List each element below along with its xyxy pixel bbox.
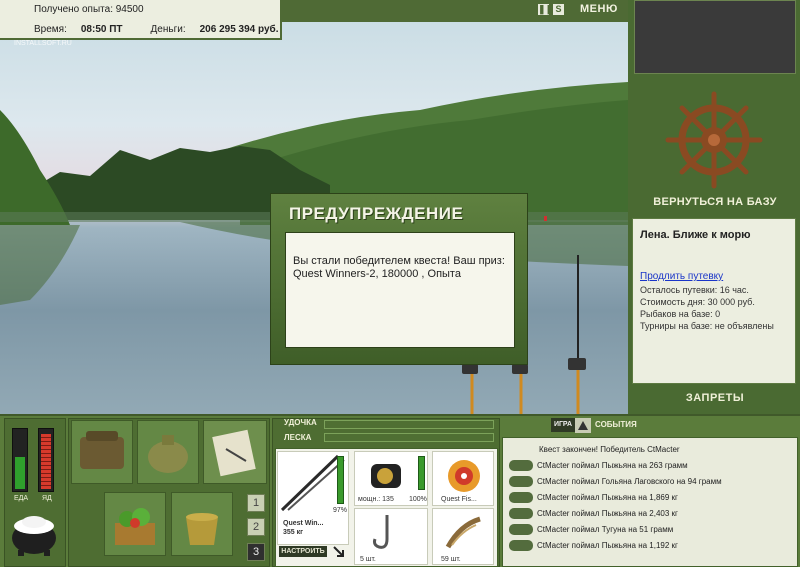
tackle-labels: УДОЧКА ЛЕСКА: [284, 418, 317, 442]
top-icons: ❚❚ S: [538, 4, 568, 22]
line-tension-bar: [324, 433, 494, 442]
info-line: Турниры на базе: не объявлены: [640, 321, 774, 331]
cauldron-icon[interactable]: [8, 506, 60, 558]
line-strength-label: ЛЕСКА: [284, 433, 312, 442]
time-money-row: Время: 08:50 ПТ Деньги: 206 295 394 руб.: [34, 24, 279, 35]
fish-icon: [509, 460, 533, 472]
menu-button[interactable]: МЕНЮ: [580, 3, 618, 15]
time-value: 08:50 ПТ: [80, 24, 123, 35]
xp-text: Получено опыта: 94500: [34, 4, 144, 15]
bait-count: 59 шт.: [441, 556, 461, 563]
location-title: Лена. Ближе к морю: [640, 229, 751, 241]
ship-wheel-icon[interactable]: [660, 90, 768, 190]
rod-condition-bar: [337, 456, 344, 504]
reel-condition-bar: [418, 456, 425, 490]
reel-percent: 100%: [409, 496, 427, 503]
dialog-message-line: Quest Winners-2, 180000 , Опыта: [293, 268, 461, 280]
arrow-down-right-icon: [333, 546, 344, 557]
reel-icon: [371, 464, 401, 488]
location-info: Лена. Ближе к морю Продлить путевку Оста…: [632, 218, 796, 384]
line-name: Quest Fis...: [441, 496, 477, 503]
sack-item[interactable]: [137, 420, 199, 484]
poison-meter: [38, 428, 54, 492]
watermark: INSTALLSOFT.RU: [14, 40, 72, 47]
event-text: CtMacter поймал Пыжьяна на 263 грамм: [537, 461, 688, 470]
tab-events[interactable]: СОБЫТИЯ: [595, 420, 637, 429]
list-item: CtMacter поймал Гольяна Лаговского на 94…: [509, 474, 795, 490]
top-bar: [282, 0, 628, 22]
page-3-button[interactable]: 3: [247, 543, 265, 561]
hook-count: 5 шт.: [360, 556, 376, 563]
game-root: Получено опыта: 94500 Время: 08:50 ПТ День…: [0, 0, 800, 567]
time-label: Время:: [34, 24, 67, 35]
return-to-base-button[interactable]: ВЕРНУТЬСЯ НА БАЗУ: [636, 196, 794, 208]
line-spool-icon: [448, 460, 480, 492]
basket-icon: [115, 508, 155, 545]
bans-button[interactable]: ЗАПРЕТЫ: [636, 392, 794, 404]
fish-icon: [509, 476, 533, 488]
info-line: Осталось путевки: 16 час.: [640, 285, 749, 295]
poison-label: ЯД: [42, 495, 52, 502]
tab-switch-icon[interactable]: [575, 418, 591, 433]
events-header: Квест закончен! Победитель CtMacter: [539, 445, 680, 454]
list-item: CtMacter поймал Тугуна на 51 грамм: [509, 522, 795, 538]
event-text: CtMacter поймал Тугуна на 51 грамм: [537, 525, 674, 534]
event-text: CtMacter поймал Гольяна Лаговского на 94…: [537, 477, 722, 486]
warning-dialog: ПРЕДУПРЕЖДЕНИЕ Вы стали победителем квес…: [270, 193, 528, 365]
map-icon: [212, 429, 256, 477]
sound-icon[interactable]: S: [553, 4, 564, 15]
tab-game[interactable]: ИГРА: [551, 418, 575, 432]
list-item: CtMacter поймал Пыжьяна на 263 грамм: [509, 458, 795, 474]
fish-icon: [509, 508, 533, 520]
poison-meter-fill: [41, 433, 51, 489]
food-label: ЕДА: [14, 495, 29, 502]
money-label: Деньги:: [150, 24, 186, 35]
food-meter: [12, 428, 28, 492]
events-list[interactable]: Квест закончен! Победитель CtMacter CtMa…: [502, 437, 798, 567]
bucket-item[interactable]: [171, 492, 233, 556]
event-text: CtMacter поймал Пыжьяна на 1,869 кг: [537, 493, 678, 502]
page-1-button[interactable]: 1: [247, 494, 265, 512]
money-value: 206 295 394 руб.: [199, 24, 279, 35]
reel-power: мощн.: 135: [358, 496, 394, 503]
bait-icon: [445, 516, 481, 549]
fish-icon: [509, 492, 533, 504]
tune-button[interactable]: НАСТРОИТЬ: [279, 546, 327, 557]
rod-weight: 355 кг: [283, 529, 304, 536]
list-item: CtMacter поймал Пыжьяна на 1,869 кг: [509, 490, 795, 506]
bucket-icon: [186, 513, 218, 545]
page-2-button[interactable]: 2: [247, 518, 265, 536]
player-stats: Получено опыта: 94500 Время: 08:50 ПТ День…: [0, 0, 282, 40]
list-item: CtMacter поймал Пыжьяна на 2,403 кг: [509, 506, 795, 522]
dialog-message[interactable]: Вы стали победителем квеста! Ваш приз: Q…: [285, 232, 515, 348]
vegetables-item[interactable]: [104, 492, 166, 556]
dialog-title: ПРЕДУПРЕЖДЕНИЕ: [289, 204, 464, 223]
fish-icon: [509, 540, 533, 552]
map-item[interactable]: [203, 420, 267, 484]
rod-tension-bar: [324, 420, 494, 429]
minimap-box: [634, 0, 796, 74]
bag-icon: [80, 431, 124, 469]
event-text: CtMacter поймал Пыжьяна на 2,403 кг: [537, 509, 678, 518]
event-text: CtMacter поймал Пыжьяна на 1,192 кг: [537, 541, 678, 550]
rod-strength-label: УДОЧКА: [284, 418, 317, 427]
extend-trip-link[interactable]: Продлить путевку: [640, 271, 788, 282]
rod-name: Quest Win...: [283, 520, 324, 527]
rod-percent: 97%: [333, 507, 348, 514]
list-item: CtMacter поймал Пыжьяна на 1,192 кг: [509, 538, 795, 554]
tackle-box-item[interactable]: [71, 420, 133, 484]
info-line: Стоимость дня: 30 000 руб.: [640, 297, 755, 307]
fish-icon: [509, 524, 533, 536]
hook-icon: [373, 515, 389, 549]
pause-icon[interactable]: ❚❚: [538, 4, 553, 15]
sack-icon: [148, 435, 188, 473]
food-meter-fill: [15, 457, 25, 489]
dialog-message-line: Вы стали победителем квеста! Ваш приз:: [293, 255, 505, 267]
info-line: Рыбаков на базе: 0: [640, 309, 721, 319]
